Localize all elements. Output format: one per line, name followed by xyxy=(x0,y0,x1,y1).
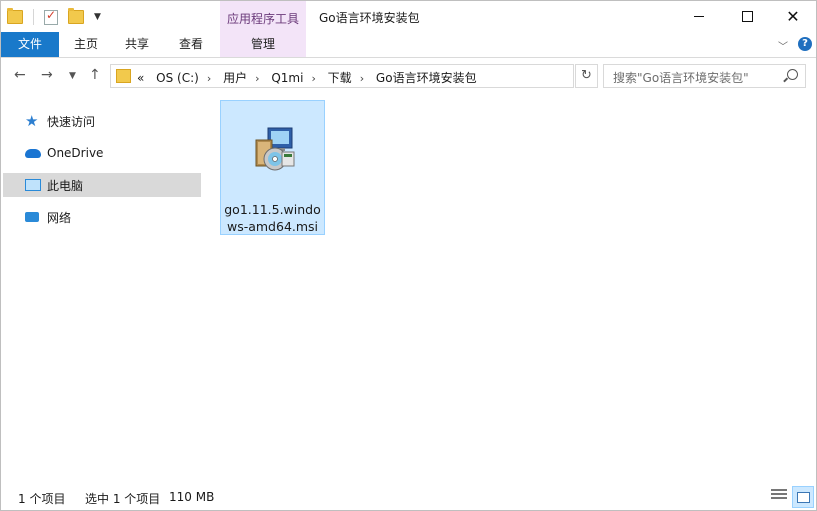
explorer-window: ▼ 应用程序工具 Go语言环境安装包 ✕ 文件 主页 共享 查看 管理 ﹀ ? … xyxy=(0,0,817,511)
file-name: go1.11.5.windows-amd64.msi xyxy=(224,202,321,234)
sidebar-item-label: 此电脑 xyxy=(47,178,84,193)
quick-access-toolbar: ▼ xyxy=(7,7,101,27)
file-thumbnail xyxy=(226,104,317,196)
search-input[interactable]: 搜索"Go语言环境安装包" xyxy=(603,64,806,88)
sidebar-item-onedrive[interactable]: OneDrive xyxy=(3,141,201,165)
details-view-icon[interactable] xyxy=(771,489,787,503)
window-title: Go语言环境安装包 xyxy=(319,11,420,25)
tab-manage[interactable]: 管理 xyxy=(220,32,306,57)
tab-view[interactable]: 查看 xyxy=(165,32,217,57)
selected-size: 110 MB xyxy=(169,490,215,504)
sidebar-item-network[interactable]: 网络 xyxy=(3,205,201,229)
recent-locations-chevron-icon[interactable]: ▼ xyxy=(69,71,76,81)
search-placeholder: 搜索"Go语言环境安装包" xyxy=(613,71,749,85)
refresh-button[interactable]: ↻ xyxy=(575,64,598,88)
status-bar: 1 个项目 选中 1 个项目 110 MB xyxy=(1,480,816,510)
up-arrow-icon[interactable]: ↑ xyxy=(89,67,101,83)
breadcrumb-downloads[interactable]: 下载 xyxy=(328,71,352,85)
chevron-right-icon[interactable]: › xyxy=(255,72,259,85)
item-count: 1 个项目 xyxy=(18,492,66,506)
maximize-button[interactable] xyxy=(724,1,770,32)
close-button[interactable]: ✕ xyxy=(770,1,816,32)
new-folder-icon[interactable] xyxy=(68,8,84,24)
close-icon: ✕ xyxy=(786,7,800,26)
computer-icon xyxy=(25,177,41,193)
chevron-right-icon[interactable]: › xyxy=(207,72,211,85)
toolbar-separator xyxy=(33,9,34,25)
sidebar-item-this-pc[interactable]: 此电脑 xyxy=(3,173,201,197)
help-icon[interactable]: ? xyxy=(798,37,812,51)
refresh-icon: ↻ xyxy=(581,68,592,83)
chevron-right-icon[interactable]: › xyxy=(311,72,315,85)
breadcrumb-users[interactable]: 用户 xyxy=(223,71,247,85)
address-bar[interactable]: « OS (C:)› 用户› Q1mi› 下载› Go语言环境安装包 ▼ xyxy=(110,64,671,88)
tab-home[interactable]: 主页 xyxy=(63,32,109,57)
minimize-button[interactable] xyxy=(676,1,722,32)
star-icon: ★ xyxy=(25,112,39,130)
tab-share[interactable]: 共享 xyxy=(113,32,161,57)
context-tab-group-label: 应用程序工具 xyxy=(227,12,300,26)
file-list[interactable]: go1.11.5.windows-amd64.msi xyxy=(211,93,816,480)
title-bar: ▼ 应用程序工具 Go语言环境安装包 ✕ xyxy=(1,1,816,32)
tab-file[interactable]: 文件 xyxy=(1,32,59,57)
sidebar-item-label: 快速访问 xyxy=(47,114,96,129)
sidebar-item-quick-access[interactable]: ★ 快速访问 xyxy=(3,109,201,133)
navigation-pane: ★ 快速访问 OneDrive 此电脑 网络 xyxy=(1,93,211,480)
sidebar-item-label: OneDrive xyxy=(47,146,104,160)
folder-icon xyxy=(116,69,131,83)
chevron-right-icon[interactable]: › xyxy=(360,72,364,85)
properties-icon[interactable] xyxy=(44,8,58,25)
folder-icon[interactable] xyxy=(7,8,23,24)
onedrive-cloud-icon xyxy=(25,145,41,161)
msi-installer-icon xyxy=(255,127,295,171)
network-icon xyxy=(25,209,41,225)
context-tab-group-header: 应用程序工具 xyxy=(220,1,306,32)
customize-toolbar-dropdown-icon[interactable]: ▼ xyxy=(94,12,101,22)
file-item[interactable]: go1.11.5.windows-amd64.msi xyxy=(220,100,325,235)
ribbon-tab-bar: 文件 主页 共享 查看 管理 xyxy=(1,32,816,58)
breadcrumb-drive[interactable]: OS (C:) xyxy=(156,71,199,85)
breadcrumb-current[interactable]: Go语言环境安装包 xyxy=(376,71,477,85)
search-icon xyxy=(787,69,798,80)
sidebar-item-label: 网络 xyxy=(47,210,72,225)
maximize-icon xyxy=(741,11,753,22)
breadcrumb-user[interactable]: Q1mi xyxy=(271,71,303,85)
forward-arrow-icon[interactable]: → xyxy=(41,67,53,83)
large-icons-view-icon[interactable] xyxy=(792,486,814,508)
navigation-bar: ← → ▼ ↑ « OS (C:) › 用户 › Q1mi › 下载 › Go语言环境安… xyxy=(1,58,816,93)
expand-ribbon-chevron-icon[interactable]: ﹀ xyxy=(778,38,788,53)
breadcrumb: « OS (C:) › 用户 › Q1mi › 下载 › Go语言环境安装包 xyxy=(133,69,481,86)
breadcrumb-overflow[interactable]: « xyxy=(137,71,144,85)
selected-count: 选中 1 个项目 xyxy=(85,492,161,506)
minimize-icon xyxy=(694,16,704,17)
back-arrow-icon[interactable]: ← xyxy=(14,67,26,83)
